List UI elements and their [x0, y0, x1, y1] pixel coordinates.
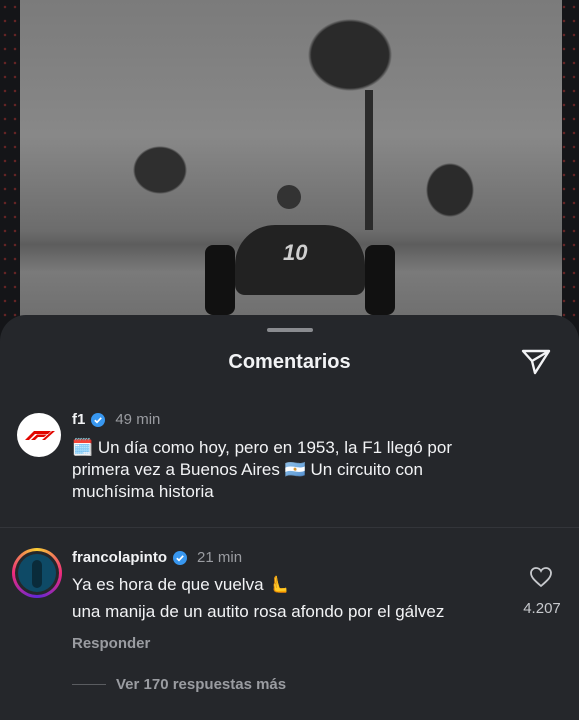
replies-line [72, 684, 106, 685]
reply-button[interactable]: Responder [72, 635, 150, 652]
calendar-icon: 🗓️ [72, 438, 94, 457]
verified-icon [91, 412, 106, 427]
comment-line-1: Ya es hora de que vuelva 🫷 [72, 575, 290, 594]
like-count: 4.207 [523, 600, 561, 617]
decorative-grid-left [0, 0, 20, 340]
view-replies-button[interactable]: Ver 170 respuestas más [116, 676, 286, 693]
caption-username[interactable]: f1 [72, 411, 85, 428]
caption-time: 49 min [115, 411, 161, 428]
race-car: 10 [205, 185, 395, 325]
divider [0, 527, 579, 528]
f1-avatar[interactable] [17, 413, 61, 457]
race-car-photo: 10 [20, 0, 562, 340]
caption-line-2: primera vez a Buenos Aires 🇦🇷 Un circuit… [72, 460, 423, 479]
comment-line-2: una manija de un autito rosa afondo por … [72, 602, 445, 621]
post-caption: f1 49 min 🗓️ Un día como hoy, pero en 19… [0, 395, 579, 527]
argentina-flag-icon: 🇦🇷 [284, 460, 306, 479]
f1-logo-icon [25, 431, 55, 440]
drag-handle[interactable] [267, 328, 313, 332]
caption-header: f1 49 min [72, 411, 160, 428]
hand-icon: 🫷 [268, 575, 290, 594]
decorative-grid-right [559, 0, 579, 340]
comments-sheet: Comentarios f1 49 min 🗓️ Un día como hoy… [0, 315, 579, 720]
comment-time: 21 min [197, 549, 243, 566]
comment-username[interactable]: francolapinto [72, 549, 167, 566]
caption-line-3: muchísima historia [72, 482, 214, 501]
commenter-avatar[interactable] [12, 548, 62, 598]
post-photo: 10 [0, 0, 579, 340]
heart-icon[interactable] [529, 566, 553, 588]
verified-icon [173, 550, 188, 565]
car-number: 10 [283, 240, 308, 265]
send-icon[interactable] [520, 348, 552, 376]
sheet-title: Comentarios [228, 351, 351, 373]
caption-line-1: 🗓️ Un día como hoy, pero en 1953, la F1 … [72, 438, 452, 457]
comment-header: francolapinto 21 min [72, 549, 242, 566]
